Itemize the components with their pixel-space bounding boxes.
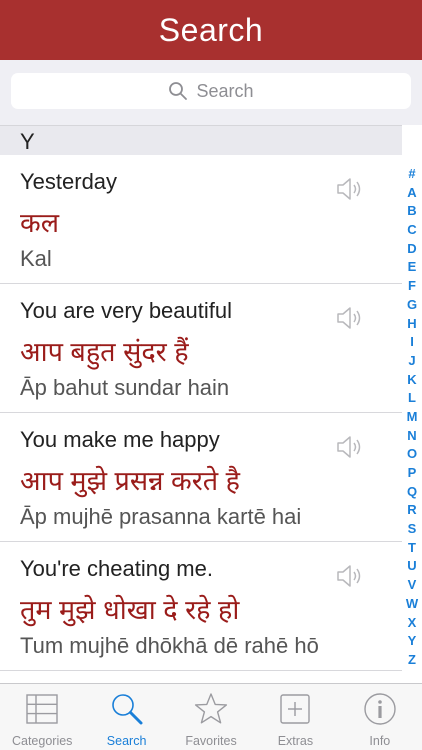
index-letter[interactable]: Z bbox=[408, 651, 416, 670]
transliteration: Tum mujhē dhōkhā dē rahē hō bbox=[20, 633, 319, 658]
index-letter[interactable]: Q bbox=[407, 483, 417, 502]
index-letter[interactable]: A bbox=[407, 184, 416, 203]
search-input[interactable]: Search bbox=[11, 73, 411, 109]
section-letter: Y bbox=[20, 129, 35, 154]
index-letter[interactable]: G bbox=[407, 296, 417, 315]
tab-label: Favorites bbox=[185, 734, 237, 748]
list-icon bbox=[26, 694, 58, 724]
hindi-phrase: तुम मुझे धोखा दे रहे हो bbox=[20, 595, 240, 625]
search-icon bbox=[111, 694, 143, 725]
transliteration: Āp bahut sundar hain bbox=[20, 375, 230, 400]
speaker-icon[interactable] bbox=[335, 433, 365, 461]
hindi-phrase: आप मुझे प्रसन्न करते है bbox=[20, 466, 241, 496]
index-letter[interactable]: S bbox=[408, 520, 417, 539]
index-letter[interactable]: C bbox=[407, 221, 416, 240]
search-placeholder: Search bbox=[196, 80, 254, 101]
index-letter[interactable]: U bbox=[407, 557, 416, 576]
plus-square-icon bbox=[280, 694, 311, 724]
index-letter[interactable]: J bbox=[408, 352, 415, 371]
tab-search[interactable]: Search bbox=[84, 684, 168, 750]
star-icon bbox=[194, 693, 228, 724]
section-header: Y bbox=[0, 125, 402, 155]
english-phrase: Yesterday bbox=[20, 169, 118, 194]
index-letter[interactable]: O bbox=[407, 445, 417, 464]
tab-info[interactable]: Info bbox=[338, 684, 422, 750]
page-title: Search bbox=[158, 11, 264, 48]
index-letter[interactable]: H bbox=[407, 315, 416, 334]
index-letter[interactable]: E bbox=[408, 258, 417, 277]
index-letter[interactable]: W bbox=[406, 595, 418, 614]
list-item[interactable]: Yesterday कल Kal bbox=[0, 155, 402, 284]
tab-label: Categories bbox=[11, 734, 73, 748]
search-bar-container: Search bbox=[0, 60, 422, 125]
phrase-list[interactable]: Yesterday कल Kal You are very beautiful … bbox=[0, 155, 402, 683]
search-icon bbox=[169, 82, 188, 100]
transliteration: Kal bbox=[20, 246, 52, 271]
index-letter[interactable]: L bbox=[408, 389, 416, 408]
info-icon bbox=[364, 693, 396, 725]
index-letter[interactable]: Y bbox=[408, 632, 417, 651]
speaker-icon[interactable] bbox=[335, 562, 365, 590]
english-phrase: You make me happy bbox=[20, 427, 220, 452]
hindi-phrase: कल bbox=[20, 208, 60, 238]
tab-extras[interactable]: Extras bbox=[253, 684, 337, 750]
tab-categories[interactable]: Categories bbox=[0, 684, 84, 750]
index-letter[interactable]: M bbox=[407, 408, 418, 427]
tab-label: Search bbox=[106, 734, 147, 748]
transliteration: Āp mujhē prasanna kartē hai bbox=[20, 504, 302, 529]
list-item[interactable]: You're cheating me. तुम मुझे धोखा दे रहे… bbox=[0, 542, 402, 671]
tab-label: Extras bbox=[277, 734, 314, 748]
index-letter[interactable]: P bbox=[408, 464, 417, 483]
index-letter[interactable]: X bbox=[408, 614, 417, 633]
speaker-icon[interactable] bbox=[335, 175, 365, 203]
index-letter[interactable]: I bbox=[410, 333, 414, 352]
index-letter[interactable]: D bbox=[407, 240, 416, 259]
index-letter[interactable]: # bbox=[408, 165, 415, 184]
english-phrase: You're cheating me. bbox=[20, 556, 213, 581]
list-item[interactable]: You make me happy आप मुझे प्रसन्न करते ह… bbox=[0, 413, 402, 542]
list-item[interactable]: You are very beautiful आप बहुत सुंदर हैं… bbox=[0, 284, 402, 413]
hindi-phrase: आप बहुत सुंदर हैं bbox=[20, 337, 189, 367]
index-letter[interactable]: V bbox=[408, 576, 417, 595]
index-letter[interactable]: B bbox=[407, 202, 416, 221]
index-letter[interactable]: F bbox=[408, 277, 416, 296]
tab-bar: Categories Search Favorites Extras Info bbox=[0, 683, 422, 750]
tab-label: Info bbox=[369, 734, 391, 748]
index-letter[interactable]: R bbox=[407, 501, 416, 520]
nav-header: Search bbox=[0, 0, 422, 60]
index-letter[interactable]: K bbox=[407, 371, 416, 390]
alphabet-index[interactable]: # A B C D E F G H I J K L M N O P Q R S … bbox=[402, 165, 422, 670]
index-letter[interactable]: N bbox=[407, 427, 416, 446]
tab-favorites[interactable]: Favorites bbox=[169, 684, 253, 750]
index-letter[interactable]: T bbox=[408, 539, 416, 558]
speaker-icon[interactable] bbox=[335, 304, 365, 332]
english-phrase: You are very beautiful bbox=[20, 298, 232, 323]
